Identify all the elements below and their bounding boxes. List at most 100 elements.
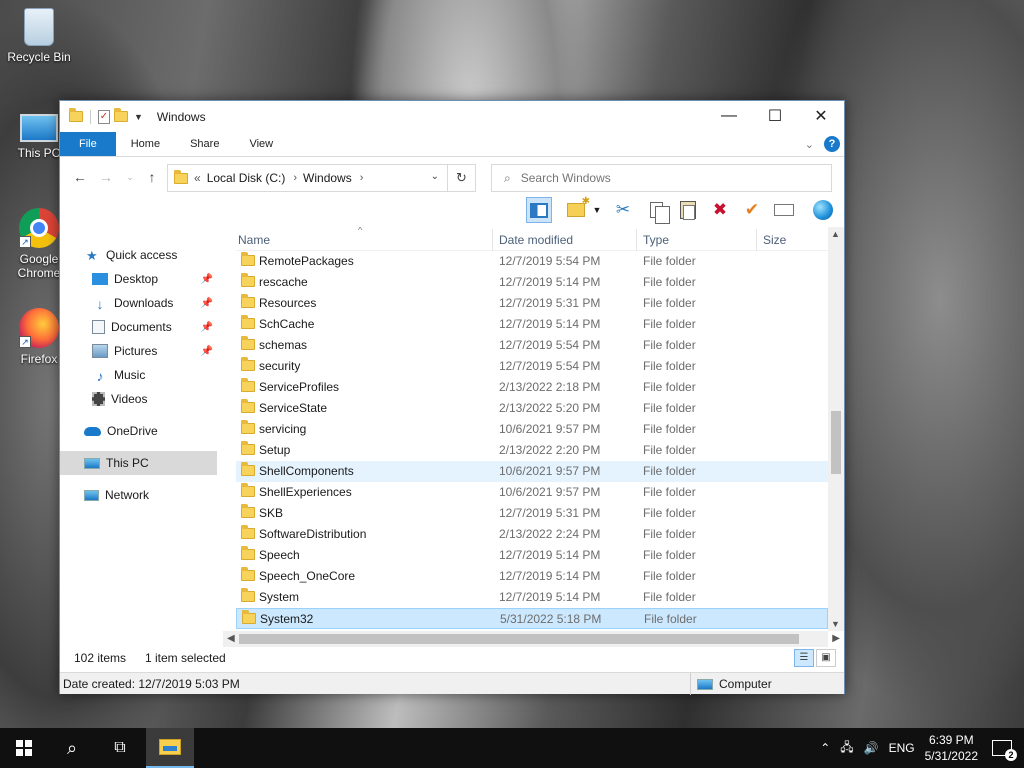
volume-icon[interactable]: 🔊 (864, 741, 879, 755)
details-view-button[interactable]: ☰ (794, 649, 814, 667)
table-row[interactable]: schemas 12/7/2019 5:54 PM File folder (236, 335, 828, 356)
paste-button[interactable] (675, 197, 701, 223)
network-globe-button[interactable] (810, 197, 836, 223)
breadcrumb-chevron-icon[interactable]: › (360, 172, 364, 184)
table-row[interactable]: security 12/7/2019 5:54 PM File folder (236, 356, 828, 377)
tab-file[interactable]: File (60, 132, 116, 156)
table-row[interactable]: SchCache 12/7/2019 5:14 PM File folder (236, 314, 828, 335)
nav-music[interactable]: ♪ Music (60, 363, 217, 387)
table-row[interactable]: rescache 12/7/2019 5:14 PM File folder (236, 272, 828, 293)
column-header-type[interactable]: Type (643, 233, 669, 247)
refresh-button[interactable]: ↻ (448, 164, 476, 192)
table-row[interactable]: Resources 12/7/2019 5:31 PM File folder (236, 293, 828, 314)
table-row[interactable]: ShellComponents 10/6/2021 9:57 PM File fol… (236, 461, 828, 482)
up-button[interactable]: ↑ (140, 169, 164, 185)
table-row[interactable]: RemotePackages 12/7/2019 5:54 PM File fold… (236, 251, 828, 272)
table-row[interactable]: ServiceProfiles 2/13/2022 2:18 PM File fol… (236, 377, 828, 398)
table-row[interactable]: Setup 2/13/2022 2:20 PM File folder (236, 440, 828, 461)
pin-icon[interactable]: 📌 (201, 274, 213, 285)
table-row[interactable]: System 12/7/2019 5:14 PM File folder (236, 587, 828, 608)
nav-this-pc[interactable]: This PC (60, 451, 217, 475)
nav-videos[interactable]: Videos (60, 387, 217, 411)
column-header-date[interactable]: Date modified (499, 233, 573, 247)
column-divider[interactable] (756, 229, 757, 251)
show-hidden-icons-icon[interactable]: ⌃ (820, 741, 830, 755)
notification-center-icon[interactable]: 2 (992, 740, 1017, 761)
title-bar[interactable]: ✓ ▼ Windows — ☐ ✕ (60, 101, 844, 132)
nav-pictures[interactable]: Pictures 📌 (60, 339, 217, 363)
address-bar[interactable]: « Local Disk (C:) › Windows › ⌄ (167, 164, 448, 192)
forward-button[interactable]: → (94, 169, 118, 185)
search-input[interactable] (520, 171, 801, 185)
breadcrumb-chevron-icon[interactable]: › (293, 172, 297, 184)
table-row[interactable]: Speech_OneCore 12/7/2019 5:14 PM File fold… (236, 566, 828, 587)
scroll-thumb[interactable] (831, 411, 841, 474)
nav-onedrive[interactable]: OneDrive (60, 419, 217, 443)
rename-button[interactable] (771, 197, 797, 223)
new-folder-button[interactable] (563, 196, 590, 223)
recent-locations-icon[interactable]: ⌄ (118, 172, 142, 183)
taskbar-file-explorer[interactable] (146, 728, 194, 768)
table-row[interactable]: ShellExperiences 10/6/2021 9:57 PM File fo… (236, 482, 828, 503)
table-row[interactable]: Speech 12/7/2019 5:14 PM File folder (236, 545, 828, 566)
breadcrumb-local-disk[interactable]: Local Disk (C:) (207, 171, 286, 185)
pin-icon[interactable]: 📌 (201, 346, 213, 357)
table-row[interactable]: SKB 12/7/2019 5:31 PM File folder (236, 503, 828, 524)
customize-toolbar-icon[interactable]: ▼ (134, 112, 143, 122)
table-row[interactable]: servicing 10/6/2021 9:57 PM File folder (236, 419, 828, 440)
tab-home[interactable]: Home (116, 132, 175, 156)
search-box[interactable]: ⌕ (491, 164, 832, 192)
scroll-left-icon[interactable]: ◀ (227, 633, 235, 644)
tab-share[interactable]: Share (175, 132, 234, 156)
network-icon[interactable]: 🖧 (840, 738, 853, 759)
column-divider[interactable] (492, 229, 493, 251)
scroll-right-icon[interactable]: ▶ (832, 633, 840, 644)
table-row[interactable]: System32 5/31/2022 5:18 PM File folder (236, 608, 828, 629)
scroll-up-icon[interactable]: ▲ (831, 229, 840, 239)
nav-quick-access[interactable]: ★ Quick access (60, 243, 217, 267)
expand-ribbon-icon[interactable]: ⌄ (805, 138, 814, 151)
clock[interactable]: 6:39 PM 5/31/2022 (925, 732, 978, 764)
copy-button[interactable] (643, 197, 670, 224)
table-row[interactable]: SoftwareDistribution 2/13/2022 2:24 PM Fil… (236, 524, 828, 545)
back-button[interactable]: ← (68, 169, 92, 185)
nav-label: Pictures (114, 344, 158, 358)
properties-button[interactable]: ✔ (739, 197, 765, 223)
breadcrumb-windows[interactable]: Windows (303, 171, 352, 185)
task-view-button[interactable]: ⧉ (96, 728, 144, 768)
nav-network[interactable]: Network (60, 483, 217, 507)
table-row[interactable]: ServiceState 2/13/2022 5:20 PM File folder (236, 398, 828, 419)
nav-downloads[interactable]: ↓ Downloads 📌 (60, 291, 217, 315)
column-divider[interactable] (636, 229, 637, 251)
maximize-button[interactable]: ☐ (752, 101, 798, 131)
minimize-button[interactable]: — (706, 101, 752, 131)
address-overflow[interactable]: « (194, 171, 201, 185)
tab-view[interactable]: View (234, 132, 288, 156)
large-icons-view-button[interactable]: ▣ (816, 649, 836, 667)
nav-desktop[interactable]: Desktop 📌 (60, 267, 217, 291)
start-button[interactable] (0, 728, 48, 768)
language-indicator[interactable]: ENG (889, 741, 915, 755)
horizontal-scrollbar[interactable]: ◀ ▶ (223, 631, 840, 647)
new-folder-dropdown[interactable]: ▼ (590, 197, 604, 223)
desktop-icon-recycle-bin[interactable]: Recycle Bin (1, 8, 77, 64)
pin-icon[interactable]: 📌 (201, 322, 213, 333)
new-folder-icon[interactable] (114, 108, 128, 122)
nav-label: Music (114, 368, 146, 382)
scroll-down-icon[interactable]: ▼ (831, 619, 840, 629)
nav-documents[interactable]: Documents 📌 (60, 315, 217, 339)
close-button[interactable]: ✕ (798, 101, 844, 131)
delete-button[interactable]: ✖ (707, 197, 733, 223)
properties-icon[interactable]: ✓ (98, 109, 110, 124)
cut-button[interactable]: ✂ (610, 197, 636, 223)
column-header-size[interactable]: Size (763, 233, 786, 247)
firefox-icon: ↗ (19, 308, 59, 348)
search-button[interactable]: ⌕ (48, 728, 96, 768)
preview-pane-button[interactable] (526, 197, 552, 223)
help-icon[interactable]: ? (824, 136, 840, 152)
address-dropdown-icon[interactable]: ⌄ (431, 171, 439, 182)
column-header-name[interactable]: Name (238, 233, 270, 247)
scroll-thumb[interactable] (239, 634, 799, 644)
pin-icon[interactable]: 📌 (201, 298, 213, 309)
vertical-scrollbar[interactable]: ▲ ▼ (828, 227, 844, 631)
